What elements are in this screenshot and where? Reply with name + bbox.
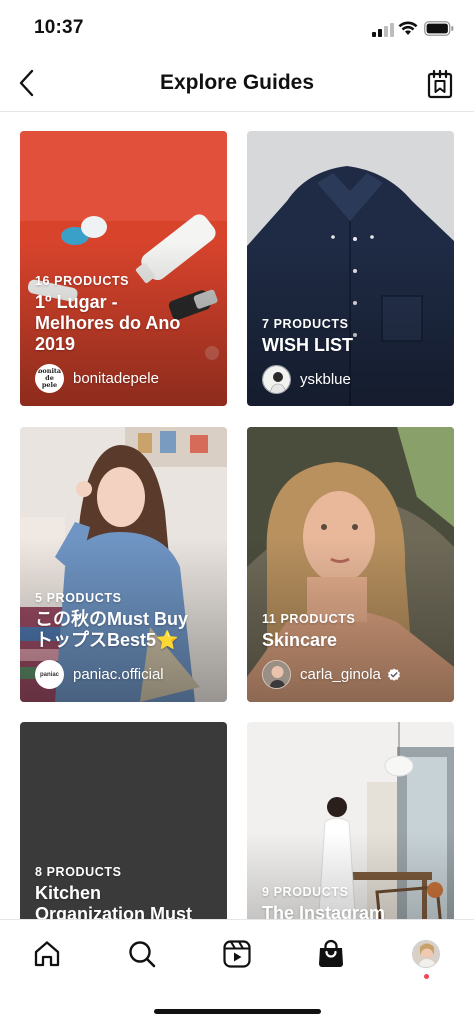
nav-shop-button[interactable] — [311, 934, 351, 974]
guide-title: The Instagram — [262, 903, 444, 919]
nav-search-button[interactable] — [122, 934, 162, 974]
status-bar: 10:37 — [0, 0, 474, 56]
author-username: bonitadepele — [73, 370, 159, 387]
guide-card-carla-ginola[interactable]: 11 PRODUCTS Skincare carla_ginola — [247, 427, 454, 702]
home-indicator — [154, 1009, 321, 1014]
guide-card-kitchen[interactable]: 8 PRODUCTS Kitchen Organization Must — [20, 722, 227, 919]
guide-title: 1º Lugar - Melhores do Ano 2019 — [35, 292, 217, 355]
cellular-signal-icon — [372, 23, 394, 37]
guide-title-line: 1º Lugar - — [35, 292, 118, 312]
verified-badge-icon — [387, 668, 400, 681]
guide-title-line: この秋のMust Buy — [35, 609, 188, 629]
guides-grid: 16 PRODUCTS 1º Lugar - Melhores do Ano 2… — [0, 131, 474, 919]
nav-home-button[interactable] — [27, 934, 67, 974]
wifi-icon — [398, 21, 418, 35]
avatar-logo-text: bonita de pele — [37, 367, 62, 389]
guide-title-line: トップスBest5⭐ — [35, 630, 179, 650]
guide-author[interactable]: carla_ginola — [262, 660, 444, 689]
guide-title: この秋のMust Buy トップスBest5⭐ — [35, 609, 217, 651]
guide-author[interactable]: bonita de pele bonitadepele — [35, 364, 217, 393]
guide-info: 5 PRODUCTS この秋のMust Buy トップスBest5⭐ pania… — [35, 591, 217, 689]
battery-icon — [424, 21, 454, 36]
author-username: paniac.official — [73, 666, 164, 683]
product-count: 16 PRODUCTS — [35, 274, 130, 288]
author-username: yskblue — [300, 371, 351, 388]
product-count: 9 PRODUCTS — [262, 885, 349, 899]
page-title: Explore Guides — [159, 71, 315, 94]
profile-avatar — [412, 940, 440, 968]
guide-title-line: Organization Must — [35, 904, 192, 919]
shop-bag-icon — [319, 939, 343, 967]
guide-title: Kitchen Organization Must — [35, 883, 217, 919]
avatar: bonita de pele — [35, 364, 64, 393]
header: Explore Guides — [0, 56, 474, 112]
avatar: paniac — [35, 660, 64, 689]
guide-title-line: Skincare — [262, 630, 338, 650]
guide-title: WISH LIST — [262, 335, 444, 356]
author-username: carla_ginola — [300, 666, 381, 683]
guide-card-paniac[interactable]: 5 PRODUCTS この秋のMust Buy トップスBest5⭐ pania… — [20, 427, 227, 702]
guide-bookmark-icon — [427, 69, 453, 99]
guide-title-line: Melhores do Ano — [35, 313, 181, 333]
guide-title: Skincare — [262, 630, 444, 651]
guide-title-line: Kitchen — [35, 883, 102, 903]
status-time: 10:37 — [34, 17, 84, 38]
product-count: 5 PRODUCTS — [35, 591, 122, 605]
product-count: 7 PRODUCTS — [262, 317, 349, 331]
reels-icon — [223, 940, 251, 968]
notification-dot — [424, 974, 429, 979]
guides-button[interactable] — [424, 68, 456, 100]
guide-info: 7 PRODUCTS WISH LIST yskblue — [262, 317, 444, 394]
guide-card-the-instagram[interactable]: 9 PRODUCTS The Instagram — [247, 722, 454, 919]
guide-title-line: The Instagram — [262, 903, 386, 919]
guide-author[interactable]: paniac paniac.official — [35, 660, 217, 689]
guide-info: 9 PRODUCTS The Instagram — [262, 885, 444, 919]
guide-card-yskblue[interactable]: 7 PRODUCTS WISH LIST yskblue — [247, 131, 454, 406]
guide-title-line: 2019 — [35, 334, 76, 354]
search-icon — [129, 941, 156, 968]
guide-info: 16 PRODUCTS 1º Lugar - Melhores do Ano 2… — [35, 274, 217, 393]
nav-reels-button[interactable] — [217, 934, 257, 974]
guide-info: 11 PRODUCTS Skincare carla_ginola — [262, 612, 444, 689]
product-count: 8 PRODUCTS — [35, 865, 122, 879]
avatar — [262, 660, 291, 689]
guide-author[interactable]: yskblue — [262, 365, 444, 394]
home-icon — [34, 941, 60, 967]
guide-title-line: WISH LIST — [262, 335, 353, 355]
nav-profile-button[interactable] — [406, 934, 446, 974]
guide-info: 8 PRODUCTS Kitchen Organization Must — [35, 865, 217, 919]
bottom-nav — [0, 919, 474, 1025]
product-count: 11 PRODUCTS — [262, 612, 356, 626]
avatar-logo-text: paniac — [39, 671, 59, 678]
guide-card-bonitadepele[interactable]: 16 PRODUCTS 1º Lugar - Melhores do Ano 2… — [20, 131, 227, 406]
avatar — [262, 365, 291, 394]
